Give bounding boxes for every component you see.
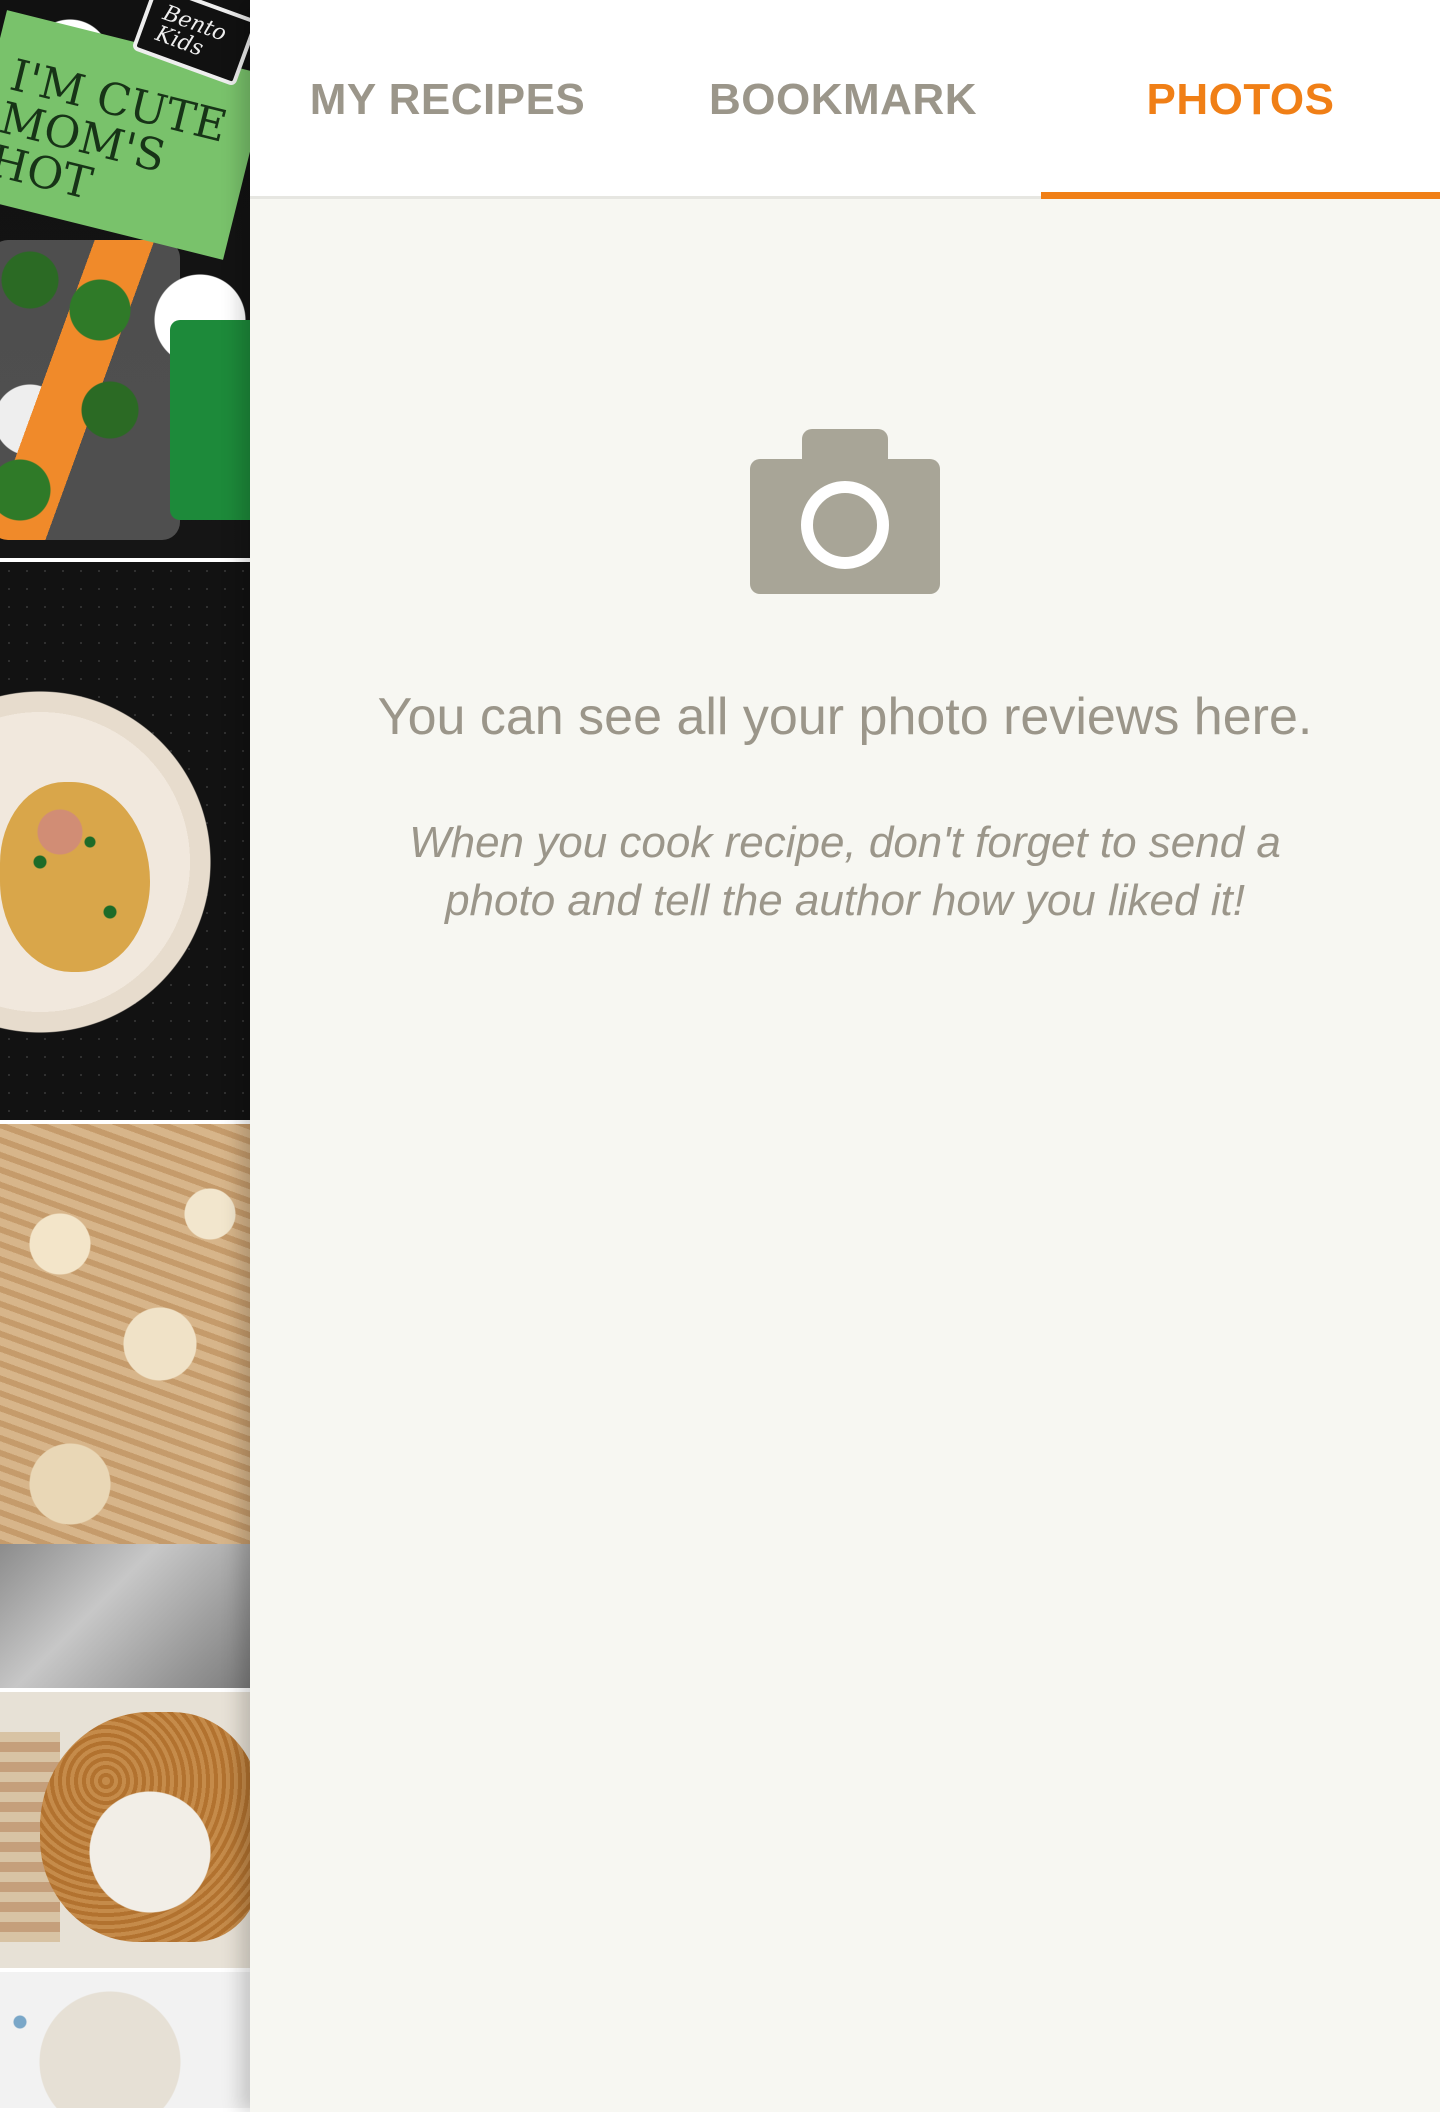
empty-state-title: You can see all your photo reviews here. — [377, 688, 1313, 746]
food-photo-creamy-dish — [0, 1972, 250, 2112]
tab-photos[interactable]: PHOTOS — [1041, 0, 1440, 199]
bento-card-text: I'M CUTE MOM'S HOT — [0, 49, 232, 210]
food-photo-cordon-bleu — [0, 1692, 250, 1972]
foil-pan-image — [0, 1544, 250, 1688]
tab-my-recipes[interactable]: MY RECIPES — [250, 0, 645, 199]
selected-tab-indicator — [1041, 192, 1440, 199]
background-photo-strip: I'M CUTE MOM'S HOT Bento Kids — [0, 0, 250, 2112]
tab-bookmark[interactable]: BOOKMARK — [645, 0, 1041, 199]
food-photo-pasta-bake — [0, 1124, 250, 1692]
empty-state-subtitle: When you cook recipe, don't forget to se… — [409, 818, 1281, 925]
crusted-food-image — [40, 1712, 250, 1942]
camera-icon — [750, 429, 940, 594]
tab-bar: MY RECIPES BOOKMARK PHOTOS — [250, 0, 1440, 199]
food-photo-bento: I'M CUTE MOM'S HOT Bento Kids — [0, 0, 250, 562]
profile-drawer: MY RECIPES BOOKMARK PHOTOS You can see a… — [250, 0, 1440, 2112]
plated-food-image — [0, 782, 150, 972]
bento-tray-image — [0, 240, 180, 540]
food-photo-plate — [0, 562, 250, 1124]
bento-lid-image — [170, 320, 250, 520]
